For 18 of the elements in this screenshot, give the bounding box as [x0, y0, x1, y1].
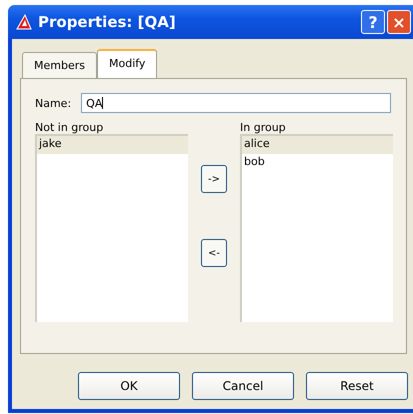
- remove-button[interactable]: <-: [201, 239, 227, 267]
- triangle-icon: [16, 14, 32, 30]
- tab[interactable]: Modify: [96, 49, 158, 78]
- add-button[interactable]: ->: [201, 165, 227, 193]
- list-label: In group: [240, 121, 287, 134]
- close-button[interactable]: ×: [387, 10, 411, 34]
- list-item[interactable]: alice: [242, 136, 393, 154]
- window-title: Properties: [QA]: [38, 13, 177, 31]
- name-label: Name:: [35, 96, 72, 110]
- dialog-button[interactable]: Cancel: [192, 372, 294, 400]
- list-label: Not in group: [35, 121, 104, 134]
- help-button[interactable]: ?: [361, 10, 385, 34]
- dialog-button[interactable]: OK: [78, 372, 180, 400]
- list-item[interactable]: bob: [242, 154, 393, 172]
- list-item[interactable]: jake: [37, 136, 188, 154]
- dialog-button[interactable]: Reset: [306, 372, 408, 400]
- name-field[interactable]: QA: [81, 93, 392, 113]
- tab[interactable]: Members: [22, 52, 97, 78]
